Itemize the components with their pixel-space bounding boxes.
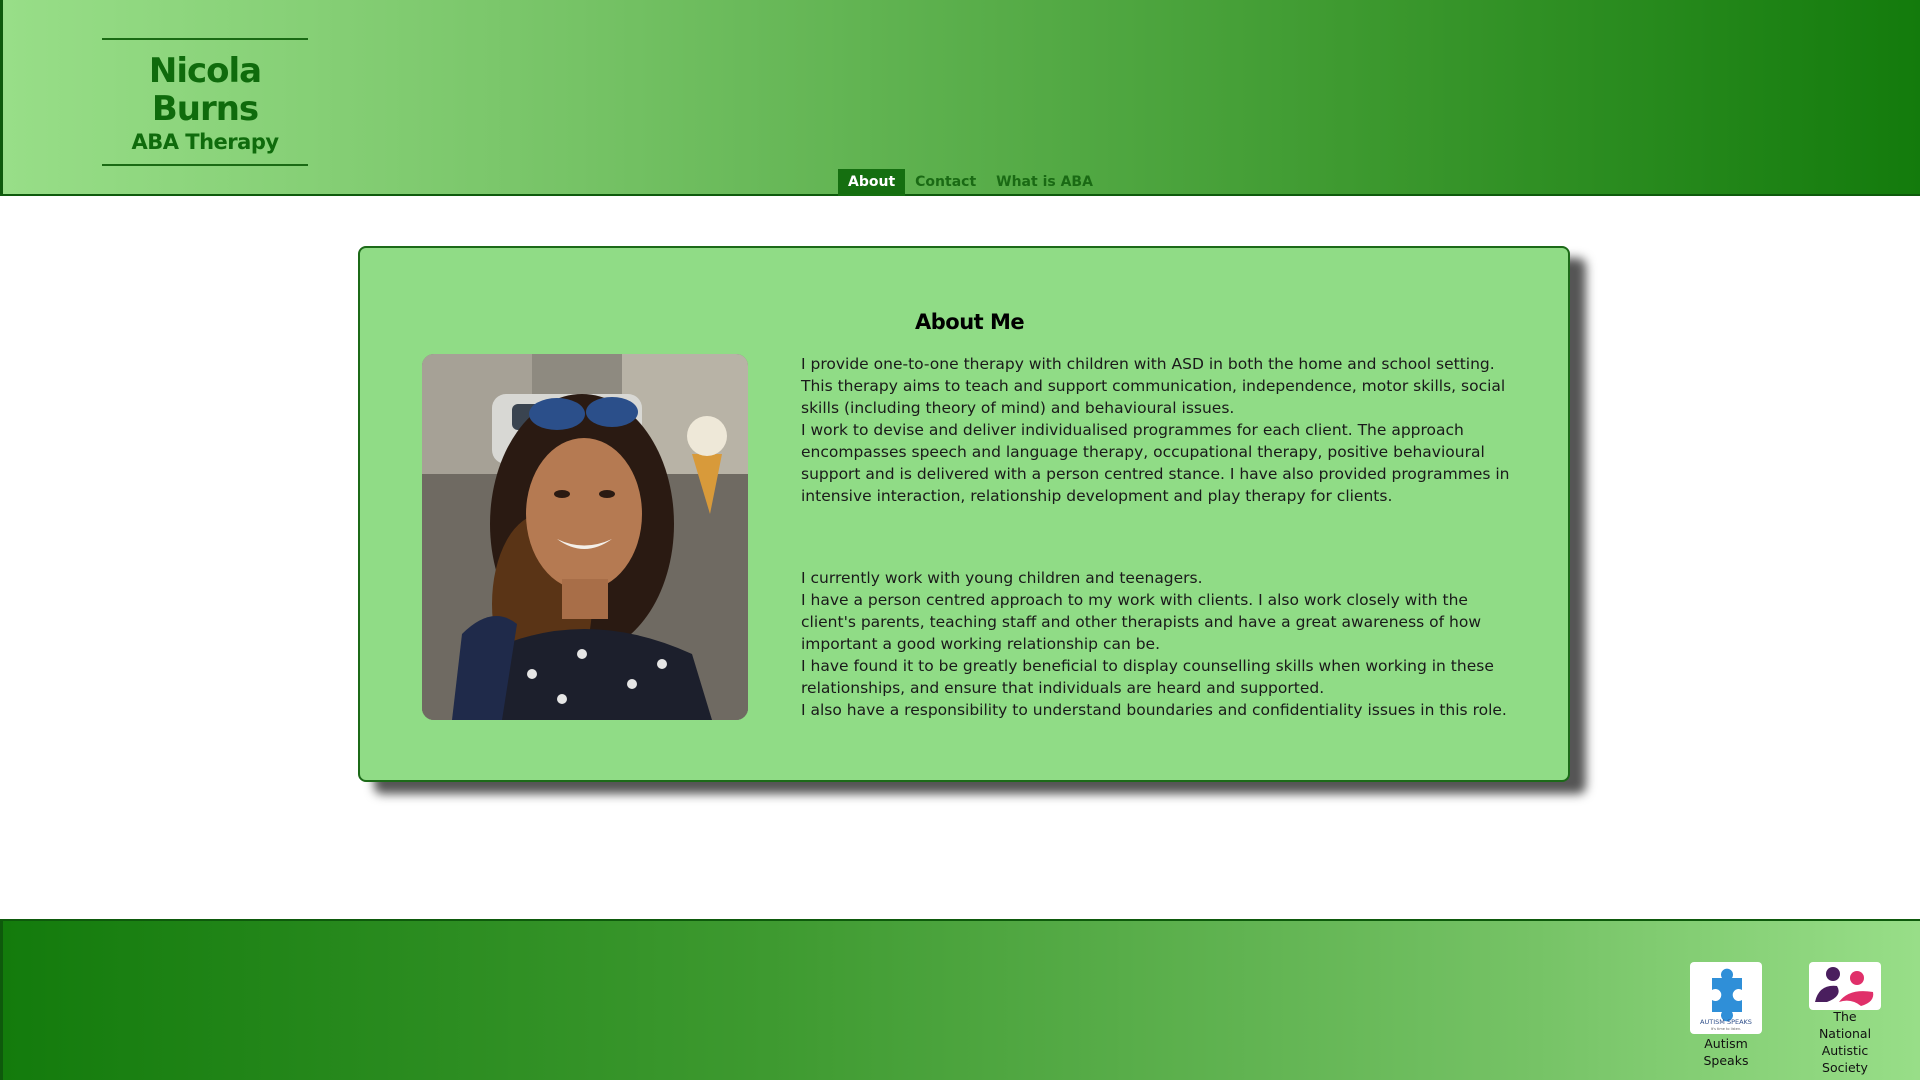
site-footer: AUTISM SPEAKS It's time to listen. Autis… bbox=[0, 919, 1920, 1080]
about-paragraph: I also have a responsibility to understa… bbox=[801, 701, 1507, 719]
autism-speaks-logo-text: AUTISM SPEAKS bbox=[1700, 1018, 1752, 1026]
about-text: I provide one-to-one therapy with childr… bbox=[801, 353, 1521, 721]
page-title: About Me bbox=[915, 310, 1025, 334]
about-paragraph: I have a person centred approach to my w… bbox=[801, 591, 1482, 653]
site-logo[interactable]: Nicola Burns ABA Therapy bbox=[102, 38, 308, 166]
brand-subtitle: ABA Therapy bbox=[131, 130, 279, 154]
partner-label: Autism Speaks bbox=[1703, 1036, 1749, 1068]
about-card: About Me I provide one-to-one therapy wi… bbox=[358, 246, 1570, 782]
partner-national-autistic-society[interactable]: The National Autistic Society bbox=[1805, 962, 1885, 1076]
partner-autism-speaks[interactable]: AUTISM SPEAKS It's time to listen. Autis… bbox=[1686, 962, 1766, 1069]
portrait-photo-illustration bbox=[422, 354, 748, 720]
about-paragraph: I work to devise and deliver individuali… bbox=[801, 421, 1510, 505]
main-nav: About Contact What is ABA bbox=[838, 169, 1103, 196]
partner-label: The National Autistic Society bbox=[1818, 1009, 1872, 1075]
about-paragraph: I have found it to be greatly beneficial… bbox=[801, 657, 1494, 697]
nav-item-about[interactable]: About bbox=[838, 169, 906, 196]
puzzle-piece-icon[interactable]: AUTISM SPEAKS It's time to listen. bbox=[1690, 962, 1762, 1034]
nas-logo-icon[interactable] bbox=[1809, 962, 1881, 1010]
brand-name: Nicola Burns bbox=[148, 51, 262, 129]
autism-speaks-logo-tagline: It's time to listen. bbox=[1711, 1027, 1742, 1031]
about-paragraph: I currently work with young children and… bbox=[801, 569, 1203, 587]
profile-photo bbox=[422, 354, 748, 720]
site-header: Nicola Burns ABA Therapy About Contact W… bbox=[0, 0, 1920, 196]
nav-item-what-is-aba[interactable]: What is ABA bbox=[986, 169, 1103, 196]
about-paragraph: I provide one-to-one therapy with childr… bbox=[801, 355, 1506, 417]
nav-item-contact[interactable]: Contact bbox=[905, 169, 986, 196]
